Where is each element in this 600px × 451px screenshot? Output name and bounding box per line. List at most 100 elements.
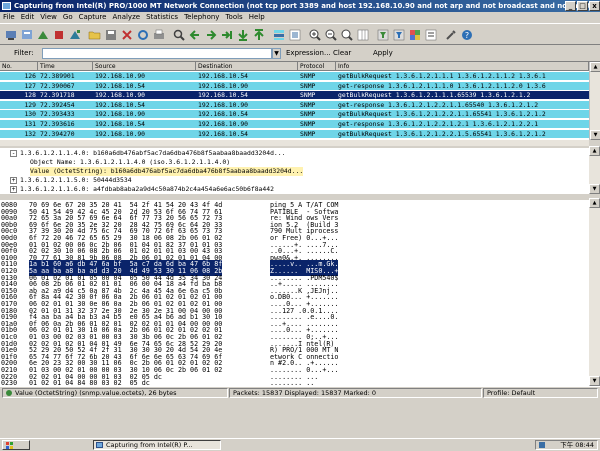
colorize-icon[interactable]	[271, 27, 285, 41]
help-icon[interactable]: ?	[459, 27, 473, 41]
detail-row[interactable]: -1.3.6.1.2.1.1.4.0: b160a6db476abf5ac7da…	[10, 149, 285, 158]
col-source[interactable]: Source	[93, 62, 196, 71]
packet-cell-time: 72.394270	[40, 129, 75, 138]
resize-columns-icon[interactable]	[355, 27, 369, 41]
scroll-up-icon[interactable]: ▲	[589, 146, 600, 156]
minimize-button[interactable]: _	[565, 1, 576, 11]
col-no[interactable]: No.	[0, 62, 38, 71]
scroll-down-icon[interactable]: ▼	[590, 130, 600, 140]
expression-button[interactable]: Expression...	[286, 49, 331, 57]
go-to-packet-icon[interactable]	[219, 27, 233, 41]
col-info[interactable]: Info	[336, 62, 589, 71]
zoom-in-icon[interactable]	[307, 27, 321, 41]
detail-row[interactable]: Object Name: 1.3.6.1.2.1.1.4.0 (iso.3.6.…	[30, 158, 230, 167]
status-bar: Value (OctetString) (snmp.value.octets),…	[0, 386, 600, 398]
bytes-scrollbar[interactable]: ▲ ▼	[589, 198, 600, 386]
detail-row[interactable]: +1.3.6.1.2.1.1.6.0: a4fdbab8aba2a9d4c50a…	[10, 185, 274, 194]
packet-row[interactable]: 128 72.391718 192.168.10.90 192.168.10.54 SN…	[0, 91, 589, 100]
menu-go[interactable]: Go	[60, 12, 76, 23]
reload-icon[interactable]	[135, 27, 149, 41]
collapse-icon[interactable]: -	[10, 149, 17, 157]
stop-capture-icon[interactable]	[51, 27, 65, 41]
packet-cell-proto: SNMP	[300, 120, 316, 128]
capture-filters-icon[interactable]	[375, 27, 389, 41]
detail-text: Object Name: 1.3.6.1.2.1.1.4.0 (iso.3.6.…	[30, 158, 231, 166]
windows-logo-icon	[6, 442, 13, 449]
taskbar-wireshark-button[interactable]: Capturing from Intel(R) P...	[93, 440, 221, 450]
scroll-up-icon[interactable]: ▲	[589, 198, 600, 208]
menu-analyze[interactable]: Analyze	[109, 12, 143, 23]
auto-scroll-icon[interactable]	[287, 27, 301, 41]
scroll-up-icon[interactable]: ▲	[590, 62, 600, 72]
apply-button[interactable]: Apply	[373, 49, 393, 57]
scroll-down-icon[interactable]: ▼	[589, 376, 600, 386]
status-profile[interactable]: Profile: Default	[483, 388, 598, 398]
go-first-icon[interactable]	[235, 27, 249, 41]
packet-list[interactable]: No. Time Source Destination Protocol Inf…	[0, 62, 589, 140]
menu-file[interactable]: File	[0, 12, 18, 23]
zoom-normal-icon[interactable]	[339, 27, 353, 41]
menu-help[interactable]: Help	[246, 12, 268, 23]
filter-toolbar: Filter: ▼ Expression... Clear Apply	[0, 45, 600, 62]
clock[interactable]: 下午 08:44	[560, 441, 594, 449]
network-tray-icon[interactable]	[539, 442, 545, 448]
packet-row[interactable]: 126 72.389901 192.168.10.90 192.168.10.54 SN…	[0, 72, 589, 80]
preferences-icon[interactable]	[423, 27, 437, 41]
col-destination[interactable]: Destination	[196, 62, 298, 71]
packet-list-scrollbar[interactable]: ▲ ▼	[589, 62, 600, 140]
menu-capture[interactable]: Capture	[76, 12, 110, 23]
expand-icon[interactable]: +	[10, 176, 17, 184]
options-icon[interactable]	[19, 27, 33, 41]
close-button[interactable]: x	[589, 1, 600, 11]
taskbar-label: Capturing from Intel(R) P...	[106, 441, 193, 449]
open-file-icon[interactable]	[87, 27, 101, 41]
system-tray: 下午 08:44	[535, 440, 598, 450]
packet-row[interactable]: 127 72.390067 192.168.10.54 192.168.10.90 SN…	[0, 81, 589, 90]
restart-capture-icon[interactable]	[67, 27, 81, 41]
display-filters-icon[interactable]	[391, 27, 405, 41]
go-back-icon[interactable]	[187, 27, 201, 41]
scroll-down-icon[interactable]: ▼	[589, 184, 600, 194]
start-capture-icon[interactable]	[35, 27, 49, 41]
packet-row[interactable]: 131 72.393616 192.168.10.54 192.168.10.90 SN…	[0, 120, 589, 128]
packet-cell-no: 132	[24, 129, 36, 138]
taskbar: Capturing from Intel(R) P... 下午 08:44	[0, 438, 600, 450]
packet-cell-info: get-response 1.3.6.1.2.1.1.1.0 1.3.6.1.2…	[338, 81, 546, 90]
hex-row[interactable]: 0230 01 02 01 04 84 80 03 02 05 dc.......…	[0, 379, 589, 386]
menu-tools[interactable]: Tools	[222, 12, 245, 23]
packet-cell-info: get-response 1.3.6.1.2.1.2.2.1.1.65540 1…	[338, 100, 539, 109]
zoom-out-icon[interactable]	[323, 27, 337, 41]
coloring-rules-icon[interactable]	[407, 27, 421, 41]
expand-icon[interactable]: +	[10, 185, 17, 193]
col-protocol[interactable]: Protocol	[298, 62, 336, 71]
save-file-icon[interactable]	[103, 27, 117, 41]
find-packet-icon[interactable]	[171, 27, 185, 41]
menu-edit[interactable]: Edit	[18, 12, 38, 23]
start-button[interactable]	[2, 440, 30, 450]
packet-row[interactable]: 129 72.392454 192.168.10.54 192.168.10.90 SN…	[0, 100, 589, 109]
menu-view[interactable]: View	[37, 12, 60, 23]
menu-statistics[interactable]: Statistics	[143, 12, 181, 23]
packet-cell-time: 72.392454	[40, 100, 75, 109]
tools-icon[interactable]	[443, 27, 457, 41]
print-icon[interactable]	[151, 27, 165, 41]
detail-row[interactable]: +1.3.6.1.2.1.1.5.0: 50444d3534	[10, 176, 132, 185]
svg-text:?: ?	[465, 31, 469, 40]
detail-row[interactable]: Value (OctetString): b160a6db476abf5ac7d…	[30, 167, 304, 176]
packet-row[interactable]: 132 72.394270 192.168.10.90 192.168.10.54 SN…	[0, 129, 589, 138]
maximize-button[interactable]: □	[577, 1, 588, 11]
details-scrollbar[interactable]: ▲ ▼	[589, 146, 600, 194]
filter-input[interactable]	[42, 48, 272, 59]
clear-button[interactable]: Clear	[333, 49, 351, 57]
col-time[interactable]: Time	[38, 62, 93, 71]
packet-row[interactable]: 130 72.393433 192.168.10.90 192.168.10.54 SN…	[0, 110, 589, 119]
go-forward-icon[interactable]	[203, 27, 217, 41]
close-file-icon[interactable]	[119, 27, 133, 41]
packet-bytes-pane[interactable]: 0080 70 69 6e 67 20 35 20 41 54 2f 41 54 …	[0, 198, 589, 386]
filter-dropdown-icon[interactable]: ▼	[272, 48, 281, 59]
packet-details-pane[interactable]: -1.3.6.1.2.1.1.4.0: b160a6db476abf5ac7da…	[0, 146, 589, 194]
packet-cell-info: getBulkRequest 1.3.6.1.2.1.2.2.1.1.65541…	[338, 110, 546, 119]
go-last-icon[interactable]	[251, 27, 265, 41]
interfaces-icon[interactable]	[3, 27, 17, 41]
menu-telephony[interactable]: Telephony	[181, 12, 222, 23]
